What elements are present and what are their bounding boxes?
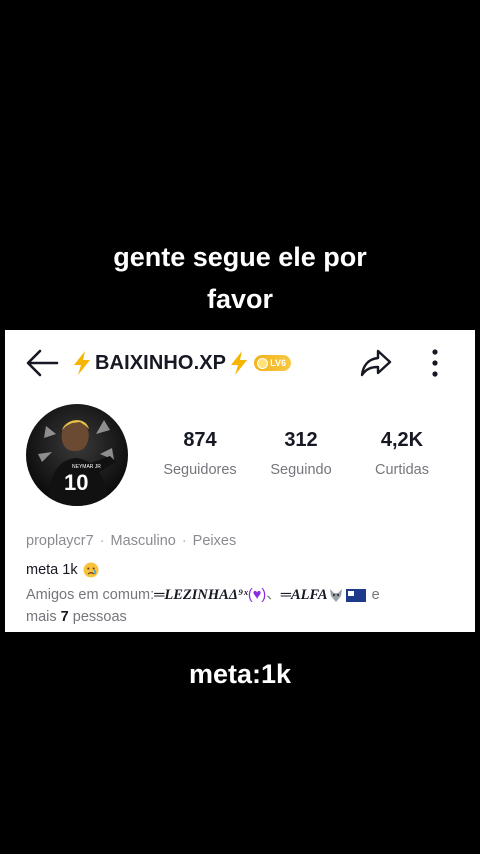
more-vertical-icon [432, 349, 438, 377]
purple-heart-icon: (♥) [247, 587, 267, 603]
mutual-more-suffix: pessoas [72, 609, 127, 625]
crying-face-icon [83, 562, 99, 578]
caption-line-1: gente segue ele por [113, 242, 367, 272]
coin-icon [257, 357, 269, 369]
lightning-bolt-icon [231, 351, 248, 375]
mutual-and: e [371, 587, 380, 603]
overlay-caption-bottom: meta:1k [188, 659, 292, 689]
caption-line-2: favor [206, 284, 274, 314]
mutual-more-count: 7 [60, 609, 69, 625]
level-badge-text: LV6 [270, 358, 286, 368]
profile-gender: Masculino [110, 533, 176, 549]
mutual-more-prefix: mais [26, 609, 57, 625]
back-arrow-icon [26, 349, 59, 377]
overlay-caption-top: gente segue ele por favor [0, 236, 480, 320]
avatar[interactable]: 10 NEYMAR JR [26, 404, 128, 506]
avatar-image: 10 NEYMAR JR [26, 404, 128, 506]
profile-top-bar: BAIXINHO.XP LV6 [5, 330, 475, 394]
profile-username: BAIXINHO.XP [95, 351, 227, 374]
mutual-friend-2[interactable]: ═ALFA [281, 587, 328, 603]
profile-meta-line: proplaycr7 · Masculino · Peixes [26, 533, 236, 549]
profile-handle: proplaycr7 [26, 533, 94, 549]
stat-followers[interactable]: 874 Seguidores [150, 428, 250, 479]
profile-title: BAIXINHO.XP LV6 [71, 348, 291, 378]
bio-text: meta 1k [26, 562, 78, 578]
followers-count: 874 [183, 429, 217, 451]
stat-following[interactable]: 312 Seguindo [251, 428, 351, 479]
profile-sign: Peixes [192, 533, 237, 549]
svg-text:10: 10 [64, 470, 88, 495]
stat-likes[interactable]: 4,2K Curtidas [352, 428, 452, 479]
following-label: Seguindo [270, 462, 332, 478]
lightning-bolt-icon [74, 351, 90, 375]
back-button[interactable] [23, 346, 63, 380]
profile-card: BAIXINHO.XP LV6 10 NEYMAR JR 874 Seguido… [5, 330, 475, 632]
followers-label: Seguidores [163, 462, 237, 478]
level-badge: LV6 [254, 355, 291, 371]
wolf-face-icon [329, 589, 342, 603]
profile-bio: meta 1k [26, 562, 99, 578]
share-arrow-icon [360, 349, 392, 377]
mutual-prefix: Amigos em comum: [26, 587, 155, 603]
svg-text:NEYMAR JR: NEYMAR JR [72, 464, 101, 470]
more-options-button[interactable] [423, 346, 447, 380]
flag-icon [345, 588, 366, 602]
share-button[interactable] [359, 346, 393, 380]
likes-count: 4,2K [380, 429, 424, 451]
mutual-friend-1[interactable]: ═LEZINHAΔ⁹ˣ [154, 587, 248, 603]
mutual-friends[interactable]: Amigos em comum:═LEZINHAΔ⁹ˣ(♥)、═ALFA e m… [26, 584, 456, 628]
likes-label: Curtidas [375, 462, 429, 478]
following-count: 312 [284, 429, 318, 451]
separator-dot: · [181, 533, 187, 549]
separator-dot: · [99, 533, 105, 549]
